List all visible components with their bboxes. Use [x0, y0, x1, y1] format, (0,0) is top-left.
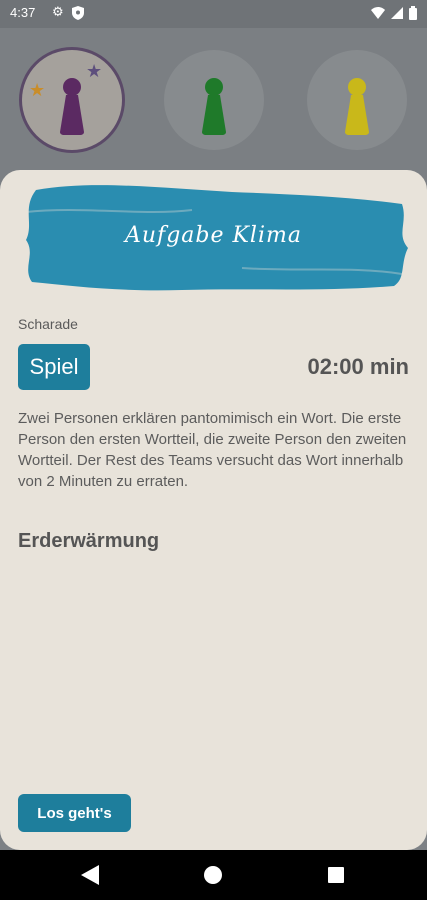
task-category: Scharade — [18, 316, 78, 332]
player-token-purple[interactable]: ★ ★ — [22, 50, 122, 150]
player-token-green[interactable] — [164, 50, 264, 150]
status-bar: 4:37 ⚙ — [0, 0, 427, 28]
star-icon: ★ — [86, 61, 103, 82]
pawn-icon — [345, 78, 369, 135]
gear-icon: ⚙ — [52, 5, 64, 20]
pawn-icon — [202, 78, 226, 135]
task-word: Erderwärmung — [18, 530, 160, 552]
task-type-badge: Spiel — [18, 344, 90, 390]
battery-icon — [409, 6, 417, 20]
task-timer: 02:00 min — [307, 354, 410, 379]
back-icon[interactable] — [81, 865, 99, 885]
pawn-icon — [60, 78, 84, 135]
status-time: 4:37 — [10, 5, 36, 20]
task-description: Zwei Personen erklären pantomimisch ein … — [18, 410, 407, 490]
star-icon: ★ — [29, 80, 46, 101]
home-icon[interactable] — [204, 866, 222, 884]
navigation-bar — [0, 850, 427, 900]
wifi-icon — [371, 7, 385, 19]
task-title: Aufgabe Klima — [125, 223, 302, 248]
shield-icon — [72, 6, 84, 20]
signal-icon — [391, 7, 403, 19]
task-sheet: Aufgabe Klima Scharade Spiel 02:00 min Z… — [0, 170, 427, 850]
player-token-yellow[interactable] — [307, 50, 407, 150]
status-icons — [371, 6, 417, 20]
start-button[interactable]: Los geht's — [18, 794, 131, 832]
recents-icon[interactable] — [328, 867, 344, 883]
